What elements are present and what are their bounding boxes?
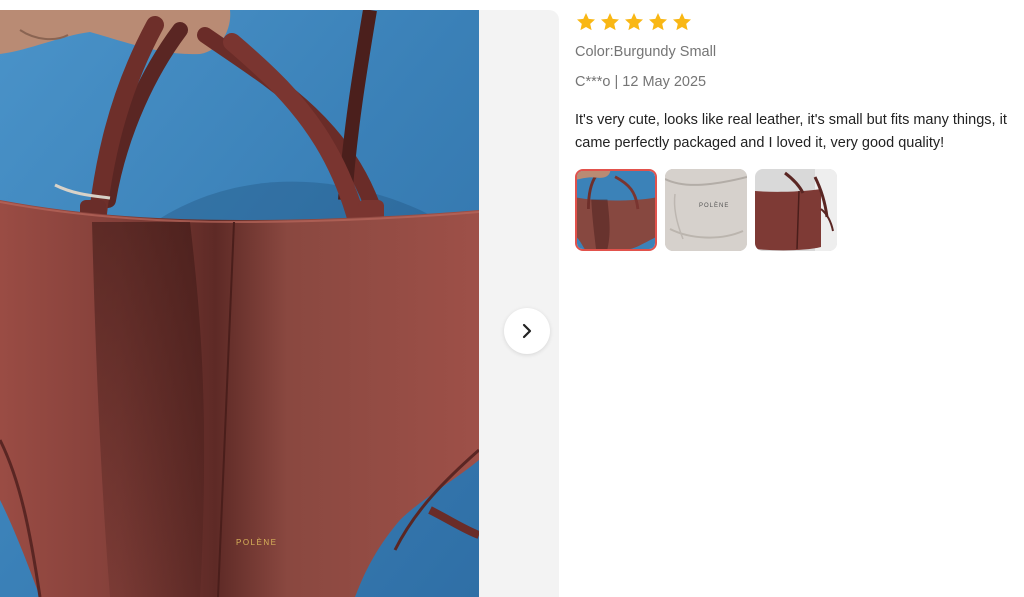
review-panel: Color:Burgundy Small C***o | 12 May 2025… — [575, 10, 1015, 251]
star-icon — [673, 13, 691, 31]
main-review-photo: POLÈNE — [0, 10, 479, 597]
chevron-right-icon — [522, 323, 532, 339]
review-detail-page: POLÈNE Color:Burgundy Small C***o | 12 M… — [0, 0, 1024, 597]
next-image-button[interactable] — [504, 308, 550, 354]
bag-brand-text: POLÈNE — [236, 538, 277, 547]
star-icon — [649, 13, 667, 31]
review-text: It's very cute, looks like real leather,… — [575, 112, 1007, 151]
variant-color: Color:Burgundy Small — [575, 44, 717, 60]
review-image-viewer: POLÈNE — [0, 10, 559, 597]
star-icon — [577, 13, 595, 31]
star-icon — [601, 13, 619, 31]
review-author-date: C***o | 12 May 2025 — [575, 74, 707, 90]
thumbnail-bag-side[interactable] — [755, 169, 837, 251]
star-icon — [625, 13, 643, 31]
dust-bag-brand-text: POLÈNE — [699, 202, 729, 209]
thumbnail-bag-front[interactable] — [575, 169, 657, 251]
star-rating — [575, 10, 1015, 34]
review-thumbnails: POLÈNE — [575, 169, 1015, 251]
thumbnail-dust-bag[interactable]: POLÈNE — [665, 169, 747, 251]
